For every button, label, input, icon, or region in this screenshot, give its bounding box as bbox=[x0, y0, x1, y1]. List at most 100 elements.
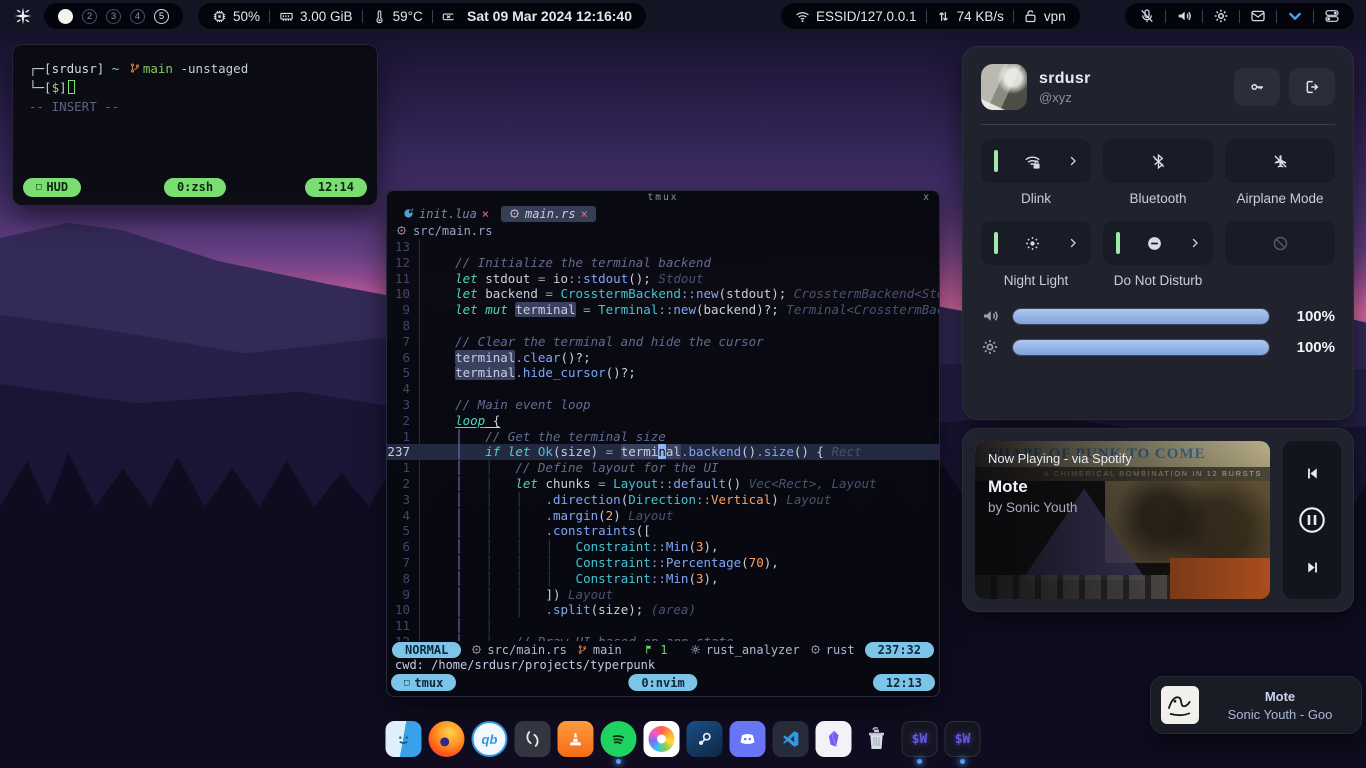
code-text: │ │ // Draw UI based on app state bbox=[419, 634, 939, 641]
toggle-dlink[interactable] bbox=[981, 139, 1091, 183]
code-line: 237 │ if let Ok(size) = terminal.backend… bbox=[387, 444, 939, 460]
line-number: 7 bbox=[387, 334, 419, 350]
toggle-bluetooth[interactable] bbox=[1103, 139, 1213, 183]
dock-media-swirl-app[interactable] bbox=[515, 721, 551, 757]
mic-off-icon[interactable] bbox=[1139, 8, 1155, 24]
tab-label: main.rs bbox=[525, 207, 576, 221]
code-area[interactable]: 1312 // Initialize the terminal backend1… bbox=[387, 238, 939, 641]
volume-slider[interactable] bbox=[1012, 308, 1270, 325]
tmux-session[interactable]: □tmux bbox=[391, 674, 456, 691]
notification[interactable]: Mote Sonic Youth - Goo bbox=[1150, 676, 1362, 734]
notification-title: Mote bbox=[1209, 689, 1351, 704]
editor-window[interactable]: tmux x init.lua×main.rs× src/main.rs 131… bbox=[386, 190, 940, 697]
top-bar: 2345 50% 3.00 GiB 59°C No Bat Sat 09 Mar… bbox=[0, 0, 1366, 32]
bluetooth-off-icon bbox=[1150, 153, 1167, 170]
tmux-session-hud[interactable]: □HUD bbox=[23, 178, 81, 197]
wifi-status[interactable]: ESSID/127.0.0.1 bbox=[795, 9, 917, 24]
dock-terminal-w-1[interactable]: $W bbox=[902, 721, 938, 757]
toggle-empty[interactable] bbox=[1225, 221, 1335, 265]
code-text: let backend = CrosstermBackend::new(stdo… bbox=[419, 286, 939, 302]
chevron-down-icon[interactable] bbox=[1287, 8, 1303, 24]
ram-value: 3.00 GiB bbox=[300, 9, 353, 24]
dock-spotify[interactable] bbox=[601, 721, 637, 757]
chevron-right-icon[interactable] bbox=[1067, 155, 1079, 167]
dock-vscode[interactable] bbox=[773, 721, 809, 757]
dock-qbittorrent[interactable]: qb bbox=[472, 721, 508, 757]
tmux-clock-hud: 12:14 bbox=[305, 178, 367, 197]
logout-button[interactable] bbox=[1289, 68, 1335, 106]
gear-icon bbox=[690, 644, 701, 655]
tab-init.lua[interactable]: init.lua × bbox=[395, 206, 497, 222]
vpn-text: vpn bbox=[1044, 9, 1066, 24]
previous-button[interactable] bbox=[1304, 465, 1321, 482]
dock-file-manager[interactable] bbox=[386, 721, 422, 757]
cpu-icon bbox=[212, 9, 227, 24]
dock-obsidian[interactable] bbox=[816, 721, 852, 757]
tmux-window-nvim[interactable]: 0:nvim bbox=[628, 674, 697, 691]
code-text: // Clear the terminal and hide the curso… bbox=[419, 334, 939, 350]
code-text bbox=[419, 239, 939, 255]
hud-terminal-window[interactable]: ┌─[srdusr] ~ main -unstaged └─[$] -- INS… bbox=[12, 44, 378, 206]
scribble-art-icon bbox=[1165, 690, 1195, 720]
chevron-right-icon[interactable] bbox=[1189, 237, 1201, 249]
cwd-line: cwd: /home/srdusr/projects/typerpunk bbox=[387, 658, 939, 673]
dock-steam[interactable] bbox=[687, 721, 723, 757]
toggle-icon-wrap bbox=[998, 235, 1067, 252]
pause-button[interactable] bbox=[1297, 505, 1327, 535]
toggle-do-not-disturb[interactable] bbox=[1103, 221, 1213, 265]
gear-icon[interactable] bbox=[1213, 8, 1229, 24]
line-number: 4 bbox=[387, 381, 419, 397]
speed-text: 74 KB/s bbox=[957, 9, 1004, 24]
tab-close-button[interactable]: × bbox=[581, 207, 588, 221]
workspace-5[interactable]: 5 bbox=[154, 9, 169, 24]
launcher-logo-icon[interactable] bbox=[13, 6, 33, 26]
tab-label: init.lua bbox=[419, 207, 477, 221]
mail-icon[interactable] bbox=[1250, 8, 1266, 24]
workspace-4[interactable]: 4 bbox=[130, 9, 145, 24]
volume-slider-row: 100% bbox=[981, 307, 1335, 325]
chevron-right-icon[interactable] bbox=[1067, 237, 1079, 249]
prompt-path: ~ bbox=[112, 61, 120, 76]
volume-icon[interactable] bbox=[1176, 8, 1192, 24]
toggle-night-light[interactable] bbox=[981, 221, 1091, 265]
line-number: 6 bbox=[387, 539, 419, 555]
dock-photos[interactable] bbox=[644, 721, 680, 757]
line-number: 6 bbox=[387, 350, 419, 366]
line-number: 13 bbox=[387, 239, 419, 255]
toggle-airplane-mode[interactable] bbox=[1225, 139, 1335, 183]
key-button[interactable] bbox=[1234, 68, 1280, 106]
line-number: 10 bbox=[387, 286, 419, 302]
dock-vlc[interactable] bbox=[558, 721, 594, 757]
toggle-label: Do Not Disturb bbox=[1103, 273, 1213, 290]
workspace-2[interactable]: 2 bbox=[82, 9, 97, 24]
dock-terminal-w-2[interactable]: $W bbox=[945, 721, 981, 757]
clock[interactable]: Sat 09 Mar 2024 12:16:40 bbox=[453, 3, 646, 29]
code-text bbox=[419, 318, 939, 334]
vpn-status[interactable]: vpn bbox=[1023, 9, 1066, 24]
toggles-icon[interactable] bbox=[1324, 8, 1340, 24]
line-number: 7 bbox=[387, 555, 419, 571]
track-title: Mote bbox=[988, 477, 1132, 497]
code-text bbox=[419, 381, 939, 397]
code-text: terminal.clear()?; bbox=[419, 350, 939, 366]
tab-main.rs[interactable]: main.rs × bbox=[501, 206, 596, 222]
toggle-label: Night Light bbox=[981, 273, 1091, 290]
window-close-button[interactable]: x bbox=[923, 192, 929, 203]
divider bbox=[1276, 10, 1277, 23]
workspace-1[interactable] bbox=[58, 9, 73, 24]
volume-icon bbox=[981, 307, 999, 325]
code-text: │ │ │ .constraints([ bbox=[419, 523, 939, 539]
dock-discord[interactable] bbox=[730, 721, 766, 757]
dock-firefox[interactable] bbox=[429, 721, 465, 757]
tab-close-button[interactable]: × bbox=[482, 207, 489, 221]
dock-trash[interactable] bbox=[859, 721, 895, 757]
code-text: │ │ │ │ Constraint::Min(3), bbox=[419, 571, 939, 587]
dock: qb $W$W bbox=[386, 721, 981, 767]
code-line: 2 loop { bbox=[387, 413, 939, 429]
brightness-slider[interactable] bbox=[1012, 339, 1270, 356]
divider bbox=[1165, 10, 1166, 23]
workspace-3[interactable]: 3 bbox=[106, 9, 121, 24]
airplane-off-icon bbox=[1272, 153, 1289, 170]
tmux-window-zsh[interactable]: 0:zsh bbox=[164, 178, 226, 197]
next-button[interactable] bbox=[1304, 559, 1321, 576]
